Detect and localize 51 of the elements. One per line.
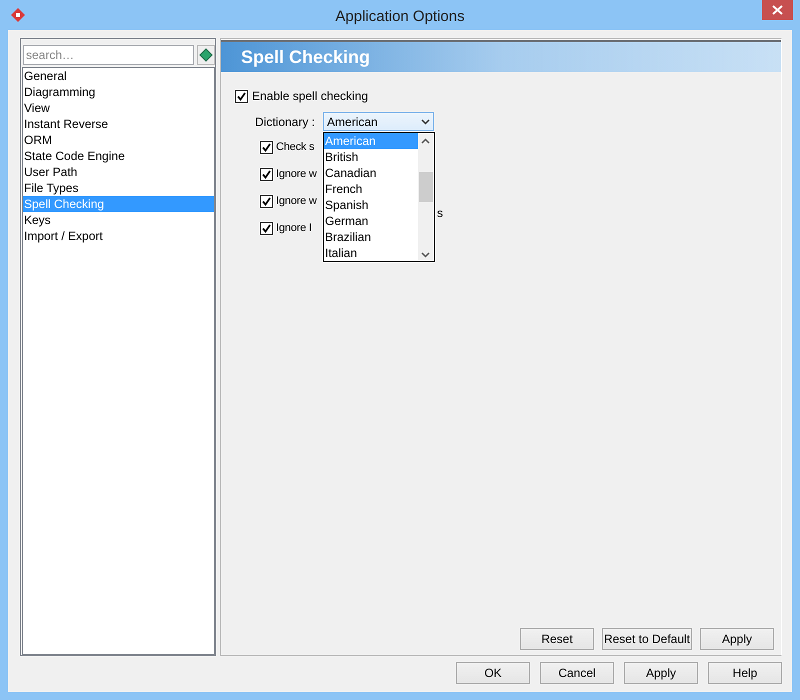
chevron-down-icon bbox=[421, 252, 430, 258]
app-logo-icon bbox=[10, 7, 26, 23]
chevron-up-icon bbox=[421, 138, 430, 144]
checkbox[interactable] bbox=[235, 90, 248, 102]
checkbox-label: Ignore I bbox=[276, 222, 312, 234]
diamond-icon bbox=[199, 48, 214, 62]
category-item[interactable]: View bbox=[23, 100, 214, 116]
scrollbar-thumb[interactable] bbox=[419, 172, 433, 202]
dictionary-label: Dictionary : bbox=[255, 114, 316, 128]
close-icon bbox=[772, 5, 783, 15]
apply-button[interactable]: Apply bbox=[700, 628, 774, 650]
search-field[interactable]: search… bbox=[23, 45, 194, 65]
category-item[interactable]: State Code Engine bbox=[23, 148, 214, 164]
checkbox[interactable] bbox=[260, 222, 273, 234]
dropdown-value: American bbox=[327, 114, 378, 128]
panel-title: Spell Checking bbox=[241, 46, 370, 68]
dropdown-option[interactable]: British bbox=[324, 149, 418, 165]
checkbox-label: Enable spell checking bbox=[252, 89, 368, 103]
window-title: Application Options bbox=[334, 6, 466, 24]
chevron-down-icon bbox=[421, 118, 430, 124]
dropdown-option[interactable]: Canadian bbox=[324, 165, 418, 181]
checkbox-label: Check s bbox=[276, 141, 314, 153]
reset-default-button[interactable]: Reset to Default bbox=[602, 628, 692, 650]
scrollbar[interactable] bbox=[418, 133, 434, 261]
dropdown-option[interactable]: German bbox=[324, 213, 418, 229]
checkbox-label: Ignore w bbox=[276, 195, 317, 207]
cancel-button[interactable]: Cancel bbox=[540, 662, 614, 684]
category-item[interactable]: Keys bbox=[23, 212, 214, 228]
category-item[interactable]: Instant Reverse bbox=[23, 116, 214, 132]
checkbox[interactable] bbox=[260, 194, 273, 208]
checkbox-label: s bbox=[437, 206, 443, 220]
category-item[interactable]: Import / Export bbox=[23, 228, 214, 244]
dropdown-option[interactable]: French bbox=[324, 181, 418, 197]
dropdown-option[interactable]: Italian bbox=[324, 245, 418, 261]
checkbox[interactable] bbox=[260, 168, 273, 180]
dropdown-option[interactable]: Spanish bbox=[324, 197, 418, 213]
ok-button[interactable]: OK bbox=[456, 662, 530, 684]
search-button[interactable] bbox=[197, 45, 215, 65]
help-button[interactable]: Help bbox=[708, 662, 782, 684]
close-button[interactable] bbox=[762, 0, 793, 20]
category-item[interactable]: ORM bbox=[23, 132, 214, 148]
apply-button[interactable]: Apply bbox=[624, 662, 698, 684]
checkbox[interactable] bbox=[260, 140, 273, 154]
dictionary-dropdown[interactable]: American bbox=[323, 112, 434, 131]
category-item[interactable]: General bbox=[23, 68, 214, 84]
category-item[interactable]: User Path bbox=[23, 164, 214, 180]
dropdown-option[interactable]: Brazilian bbox=[324, 229, 418, 245]
reset-button[interactable]: Reset bbox=[520, 628, 594, 650]
category-item[interactable]: File Types bbox=[23, 180, 214, 196]
checkbox-label: Ignore w bbox=[276, 168, 317, 180]
category-item[interactable]: Diagramming bbox=[23, 84, 214, 100]
